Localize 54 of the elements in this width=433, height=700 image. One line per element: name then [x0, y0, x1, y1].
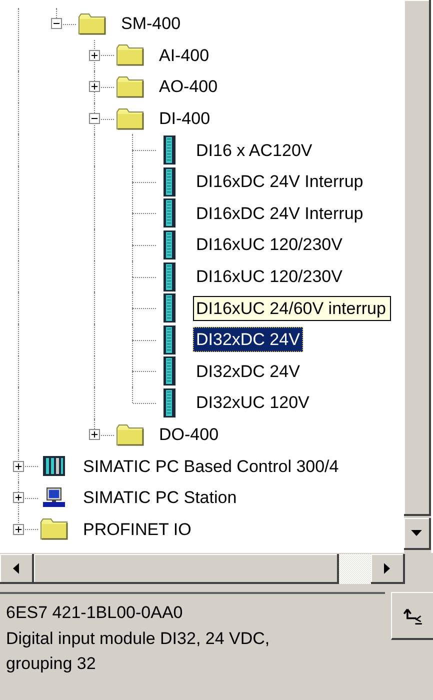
tree-item[interactable]: DI32xDC 24V — [193, 327, 303, 352]
left-arrow-icon — [13, 562, 19, 574]
expand-toggle[interactable] — [89, 113, 100, 124]
module-icon — [163, 135, 176, 166]
folder-icon — [116, 76, 144, 98]
down-arrow-icon — [411, 530, 422, 536]
right-arrow-icon — [384, 562, 390, 574]
tree-item[interactable]: DO-400 — [156, 422, 222, 448]
order-number: 6ES7 421-1BL00-0AA0 — [6, 602, 184, 624]
module-icon — [163, 388, 176, 418]
module-icon — [163, 198, 176, 228]
tree-item[interactable]: PROFINET IO — [80, 516, 194, 542]
tree-item[interactable]: DI16xUC 120/230V — [193, 232, 346, 258]
tree-item[interactable]: AO-400 — [156, 74, 221, 100]
folder-icon — [40, 518, 68, 540]
horizontal-scrollbar[interactable] — [0, 553, 433, 584]
tree-item[interactable]: DI16xUC 24/60V interrup — [193, 296, 391, 321]
tree-item[interactable]: SIMATIC PC Based Control 300/4 — [80, 454, 342, 479]
module-icon — [163, 230, 176, 260]
tree-item[interactable]: DI16xDC 24V Interrup — [193, 200, 366, 226]
scrollbar-thumb[interactable] — [34, 554, 339, 584]
module-icon — [163, 324, 176, 355]
tree-item[interactable]: DI16 x AC120V — [193, 138, 316, 163]
scroll-right-button[interactable] — [371, 554, 405, 584]
tree-item[interactable]: DI-400 — [156, 106, 214, 132]
expand-toggle[interactable] — [89, 429, 100, 440]
folder-icon — [78, 12, 106, 35]
expand-toggle[interactable] — [89, 50, 100, 61]
arrow-icon — [402, 606, 422, 624]
computer-icon — [40, 486, 68, 509]
tree-item[interactable]: DI16xUC 120/230V — [193, 264, 346, 290]
tree-item[interactable]: DI32xDC 24V — [193, 358, 303, 384]
expand-toggle[interactable] — [13, 492, 24, 504]
module-icon — [163, 262, 176, 292]
folder-icon — [116, 44, 144, 66]
expand-toggle[interactable] — [51, 18, 62, 30]
module-icon — [163, 293, 176, 324]
scroll-left-button[interactable] — [0, 554, 34, 584]
tree-item[interactable]: AI-400 — [156, 42, 212, 68]
expand-toggle[interactable] — [13, 524, 24, 535]
rack-icon — [40, 455, 68, 478]
folder-icon — [116, 424, 144, 446]
tree-item[interactable]: DI32xUC 120V — [193, 390, 312, 416]
scroll-down-button[interactable] — [404, 518, 431, 550]
expand-toggle[interactable] — [89, 81, 100, 92]
folder-icon — [116, 108, 144, 130]
tree-item[interactable]: SM-400 — [118, 11, 184, 36]
module-icon — [163, 356, 176, 386]
toggle-button[interactable] — [391, 592, 433, 640]
module-icon — [163, 166, 176, 197]
module-description: Digital input module DI32, 24 VDC, grouping 32 — [6, 628, 271, 675]
expand-toggle[interactable] — [13, 460, 24, 472]
tree-item[interactable]: DI16xDC 24V Interrup — [193, 169, 366, 194]
tree-item[interactable]: SIMATIC PC Station — [80, 485, 240, 510]
